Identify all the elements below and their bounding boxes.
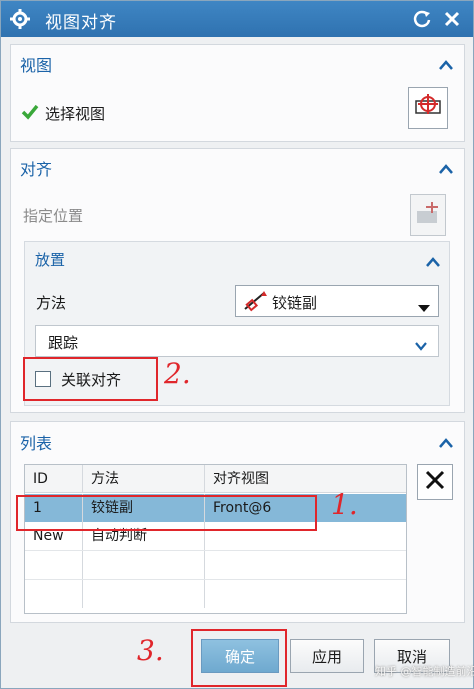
apply-button[interactable]: 应用 [290, 639, 364, 673]
gear-icon[interactable] [10, 9, 30, 33]
empty-cell [83, 551, 205, 579]
annotation-box-1 [16, 495, 317, 531]
select-view-row: 选择视图 [21, 103, 105, 124]
tracking-value: 跟踪 [48, 334, 79, 352]
method-dropdown[interactable]: 铰链副 [235, 285, 439, 317]
annotation-step-3: 3. [137, 634, 164, 667]
annotation-step-1: 1. [331, 488, 358, 521]
hinge-icon [242, 290, 268, 316]
close-icon[interactable] [441, 8, 463, 30]
window-title: 视图对齐 [45, 13, 117, 33]
column-header-id[interactable]: ID [25, 465, 83, 493]
chevron-down-icon [414, 336, 428, 355]
view-section-title: 视图 [20, 56, 53, 75]
delete-x-icon [424, 469, 446, 495]
select-view-button[interactable] [408, 87, 448, 129]
specify-position-label: 指定位置 [23, 207, 84, 225]
empty-cell [83, 580, 205, 608]
empty-cell [25, 580, 83, 608]
delete-row-button[interactable] [417, 464, 453, 500]
annotation-step-2: 2. [164, 357, 191, 390]
reset-icon[interactable] [411, 8, 433, 30]
view-target-icon [413, 92, 443, 124]
list-section-title: 列表 [20, 434, 53, 453]
collapse-list-icon[interactable] [438, 434, 454, 448]
select-view-label: 选择视图 [45, 105, 106, 123]
placement-title: 放置 [35, 251, 66, 269]
collapse-align-icon[interactable] [438, 160, 454, 174]
view-section: 视图 选择视图 [10, 44, 465, 142]
move-point-icon [414, 199, 442, 231]
checkmark-icon [21, 104, 39, 124]
collapse-placement-icon[interactable] [425, 253, 441, 267]
collapse-view-icon[interactable] [438, 56, 454, 70]
ok-button[interactable]: 确定 [201, 639, 279, 673]
align-section-title: 对齐 [20, 160, 53, 179]
title-bar[interactable]: 视图对齐 [1, 1, 473, 37]
view-align-dialog: 视图对齐 视图 选择视图 对齐 指定位置 放置 方法 铰链副 跟踪 关联对齐 2… [0, 0, 474, 689]
column-header-align-view[interactable]: 对齐视图 [205, 465, 406, 493]
tracking-dropdown[interactable]: 跟踪 [35, 325, 439, 357]
dropdown-arrow-icon [418, 298, 430, 317]
column-header-method[interactable]: 方法 [83, 465, 205, 493]
alignment-table: ID 方法 对齐视图 1 铰链副 Front@6 New 自动判断 [24, 464, 407, 614]
empty-cell [25, 551, 83, 579]
annotation-box-2 [23, 357, 158, 401]
method-dropdown-value: 铰链副 [272, 294, 318, 312]
method-label: 方法 [36, 294, 67, 312]
specify-position-button[interactable] [410, 194, 446, 236]
watermark: 知乎 @智能制造前沿 [375, 665, 474, 678]
